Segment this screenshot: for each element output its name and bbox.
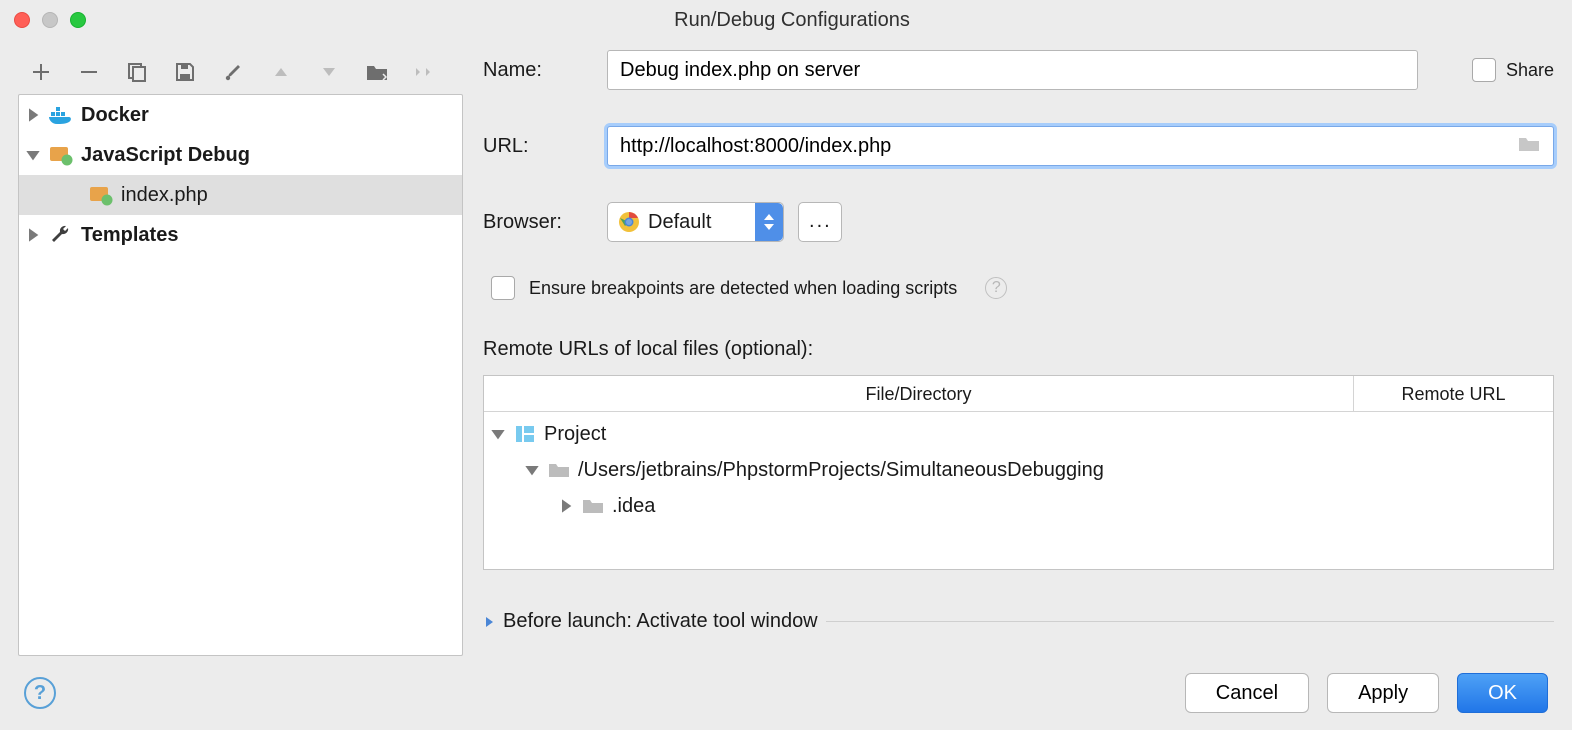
- remote-urls-table[interactable]: File/Directory Remote URL Project /Users…: [483, 375, 1554, 570]
- cancel-button[interactable]: Cancel: [1185, 673, 1309, 713]
- folder-icon: [582, 497, 604, 515]
- browser-label: Browser:: [483, 211, 593, 234]
- col-remote-url[interactable]: Remote URL: [1353, 376, 1553, 411]
- name-input[interactable]: [607, 50, 1418, 90]
- js-debug-icon: [49, 143, 73, 167]
- edit-defaults-button[interactable]: [220, 59, 246, 85]
- window-title: Run/Debug Configurations: [86, 9, 1558, 32]
- remove-config-button[interactable]: [76, 59, 102, 85]
- window-minimize-button[interactable]: [42, 12, 58, 28]
- move-down-button[interactable]: [316, 59, 342, 85]
- share-label: Share: [1506, 60, 1554, 81]
- select-arrows-icon: [755, 203, 783, 241]
- window-maximize-button[interactable]: [70, 12, 86, 28]
- docker-icon: [49, 103, 73, 127]
- tree-label: JavaScript Debug: [81, 144, 250, 167]
- browser-value: Default: [648, 211, 747, 234]
- folder-icon: [548, 461, 570, 479]
- before-launch-label: Before launch: Activate tool window: [503, 610, 818, 633]
- tree-label: Templates: [81, 224, 178, 247]
- apply-button[interactable]: Apply: [1327, 673, 1439, 713]
- titlebar: Run/Debug Configurations: [0, 0, 1572, 40]
- add-config-button[interactable]: [28, 59, 54, 85]
- browse-url-icon[interactable]: [1518, 135, 1540, 153]
- help-inline-icon[interactable]: ?: [985, 277, 1007, 299]
- move-up-button[interactable]: [268, 59, 294, 85]
- project-icon: [514, 424, 536, 444]
- more-toolbar-button[interactable]: [412, 59, 438, 85]
- tree-node-docker[interactable]: Docker: [19, 95, 462, 135]
- name-label: Name:: [483, 59, 593, 82]
- tree-node-templates[interactable]: Templates: [19, 215, 462, 255]
- tree-node-js-debug[interactable]: JavaScript Debug: [19, 135, 462, 175]
- before-launch-section[interactable]: Before launch: Activate tool window: [483, 610, 1554, 633]
- config-tree[interactable]: Docker JavaScript Debug index.php Templa…: [18, 94, 463, 656]
- folder-action-button[interactable]: [364, 59, 390, 85]
- table-cell: Project: [544, 423, 606, 446]
- table-row[interactable]: .idea: [490, 488, 1547, 524]
- chrome-icon: [618, 211, 640, 233]
- share-checkbox[interactable]: [1472, 58, 1496, 82]
- url-label: URL:: [483, 135, 593, 158]
- table-header: File/Directory Remote URL: [484, 376, 1553, 412]
- wrench-icon: [49, 223, 73, 247]
- col-file-directory[interactable]: File/Directory: [484, 376, 1353, 411]
- tree-node-index-php[interactable]: index.php: [19, 175, 462, 215]
- copy-config-button[interactable]: [124, 59, 150, 85]
- browser-more-button[interactable]: ...: [798, 202, 842, 242]
- help-button[interactable]: ?: [24, 677, 56, 709]
- tree-label: index.php: [121, 184, 208, 207]
- dialog-footer: ? Cancel Apply OK: [0, 656, 1572, 730]
- js-debug-icon: [89, 183, 113, 207]
- table-row[interactable]: /Users/jetbrains/PhpstormProjects/Simult…: [490, 452, 1547, 488]
- tree-label: Docker: [81, 104, 149, 127]
- table-cell: .idea: [612, 495, 655, 518]
- config-toolbar: [18, 50, 463, 94]
- table-cell: /Users/jetbrains/PhpstormProjects/Simult…: [578, 459, 1104, 482]
- table-row[interactable]: Project: [490, 416, 1547, 452]
- ok-button[interactable]: OK: [1457, 673, 1548, 713]
- window-close-button[interactable]: [14, 12, 30, 28]
- remote-urls-label: Remote URLs of local files (optional):: [483, 338, 1554, 361]
- save-config-button[interactable]: [172, 59, 198, 85]
- ensure-breakpoints-label: Ensure breakpoints are detected when loa…: [529, 278, 957, 299]
- ensure-breakpoints-checkbox[interactable]: [491, 276, 515, 300]
- url-input[interactable]: [607, 126, 1554, 166]
- divider: [826, 621, 1554, 622]
- browser-select[interactable]: Default: [607, 202, 784, 242]
